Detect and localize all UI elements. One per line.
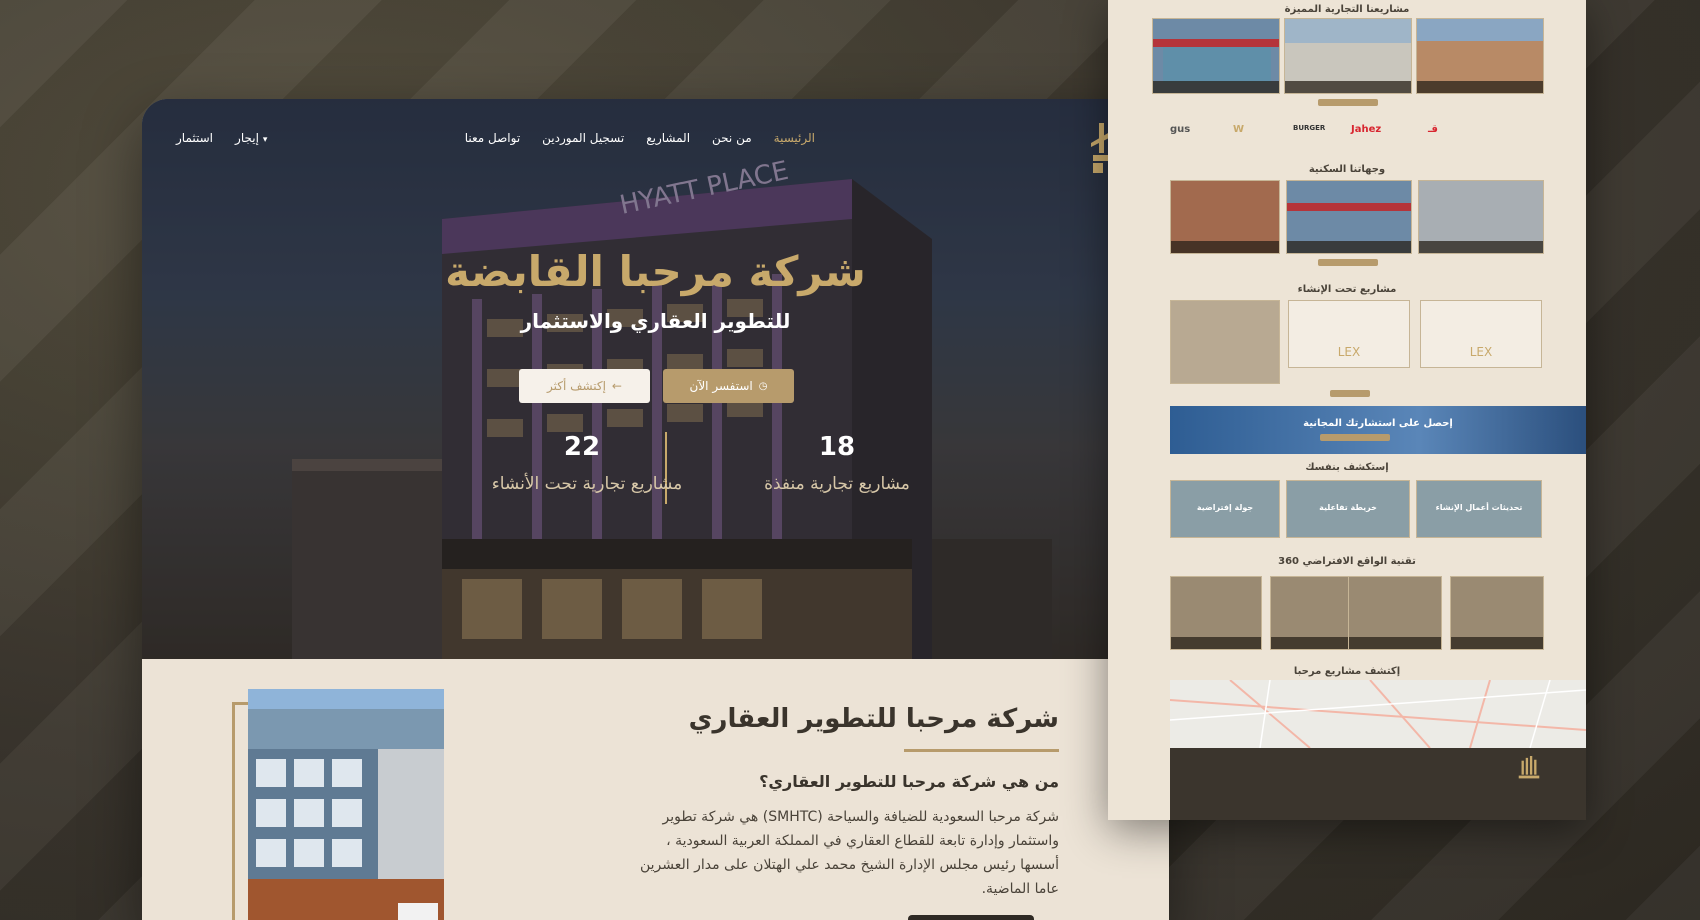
chevron-down-icon: ▾ (262, 135, 268, 145)
discover-more-button[interactable]: إكتشف أكثر ← (519, 369, 650, 403)
consultation-banner: إحصل على استشارتك المجانية (1170, 406, 1586, 454)
nav-contact[interactable]: تواصل معنا (465, 131, 520, 145)
whatsapp-icon: ◷ (758, 380, 768, 392)
projects-map[interactable] (1170, 680, 1586, 748)
about-question: من هي شركة مرحبا للتطوير العقاري؟ (759, 772, 1059, 791)
residential-thumb-1[interactable] (1170, 180, 1280, 254)
featured-thumb-3[interactable] (1416, 18, 1544, 94)
nav-about[interactable]: من نحن (712, 131, 752, 145)
thumb-caption (1171, 241, 1279, 253)
construction-thumb-2[interactable]: LEX (1288, 300, 1410, 368)
residential-thumb-2[interactable] (1286, 180, 1412, 254)
explore-heading: إستكشف بنفسك (1305, 462, 1389, 473)
about-more-button[interactable] (908, 915, 1034, 920)
arrow-left-icon: ← (611, 379, 622, 393)
hero-title: شركة مرحبا القابضة (445, 247, 866, 296)
about-paragraph: شركة مرحبا السعودية للضيافة والسياحة (SM… (639, 809, 1059, 897)
featured-thumb-1[interactable] (1152, 18, 1280, 94)
construction-thumb-1[interactable] (1170, 300, 1280, 384)
nav-invest[interactable]: استثمار (176, 131, 213, 145)
residential-more-button[interactable] (1318, 259, 1378, 266)
hero-section: HYATT PLACE الرئيسية من نحن المشاريع تسج… (142, 99, 1169, 659)
residential-thumb-3[interactable] (1418, 180, 1544, 254)
construction-more-button[interactable] (1330, 390, 1370, 397)
thumb-caption (1419, 241, 1543, 253)
thumb-caption (1153, 81, 1279, 93)
brand-logo: قـ (1428, 124, 1438, 135)
thumb-caption (1451, 637, 1543, 649)
about-section: شركة مرحبا للتطوير العقاري من هي شركة مر… (142, 659, 1169, 920)
thumb-caption (1285, 81, 1411, 93)
stat-executed-value: 18 (818, 432, 856, 462)
stats-row: 18 مشاريع تجارية منفذة 22 مشاريع تجارية … (142, 432, 1169, 512)
main-mockup: HYATT PLACE الرئيسية من نحن المشاريع تسج… (142, 99, 1169, 920)
brand-jahez: Jahez (1351, 124, 1382, 135)
featured-projects-heading: مشاريعنا التجارية المميزة (1284, 4, 1410, 15)
thumb-caption (1287, 241, 1411, 253)
lex-label: LEX (1469, 345, 1493, 359)
explore-card-map[interactable]: خريطة تفاعلية (1286, 480, 1410, 538)
brand-burger: BURGER (1293, 124, 1326, 132)
nav-rent-dropdown[interactable]: إيجار ▾ (235, 131, 267, 145)
discover-label: إكتشف أكثر (547, 379, 606, 393)
under-construction-heading: مشاريع تحت الإنشاء (1297, 284, 1397, 295)
nav-secondary: استثمار إيجار ▾ (176, 131, 267, 145)
thumb-caption (1349, 637, 1441, 649)
nav-projects[interactable]: المشاريع (646, 131, 690, 145)
inquire-now-button[interactable]: استفسر الآن ◷ (663, 369, 794, 403)
site-footer (1170, 748, 1586, 820)
vr-thumb-1[interactable] (1170, 576, 1262, 650)
thumb-caption (1171, 637, 1261, 649)
construction-thumb-3[interactable]: LEX (1420, 300, 1542, 368)
explore-card-virtual-tour[interactable]: جولة إفتراضية (1170, 480, 1280, 538)
thumb-caption (1417, 81, 1543, 93)
explore-label: جولة إفتراضية (1196, 503, 1254, 512)
stat-construction-label: مشاريع تجارية تحت الأنشاء (491, 474, 683, 494)
brands-strip: قـ Jahez BURGER W gus (1108, 124, 1586, 144)
nav-suppliers[interactable]: تسجيل الموردين (542, 131, 624, 145)
side-page-preview: مشاريعنا التجارية المميزة قـ Jahez BURGE… (1108, 0, 1586, 820)
nav-home[interactable]: الرئيسية (774, 131, 815, 145)
footer-logo (1518, 756, 1540, 779)
featured-thumb-2[interactable] (1284, 18, 1412, 94)
stat-construction-value: 22 (563, 432, 601, 462)
about-building-image (248, 689, 444, 920)
navbar: الرئيسية من نحن المشاريع تسجيل الموردين … (142, 99, 1169, 189)
lex-label: LEX (1337, 345, 1361, 359)
brand-w: W (1233, 124, 1245, 135)
vr-thumb-4[interactable] (1450, 576, 1544, 650)
featured-more-button[interactable] (1318, 99, 1378, 106)
consult-button[interactable] (1320, 434, 1390, 441)
residential-heading: وجهاتنا السكنية (1308, 164, 1386, 175)
discover-heading: إكتشف مشاريع مرحبا (1293, 666, 1401, 677)
main-nav: الرئيسية من نحن المشاريع تسجيل الموردين … (465, 131, 815, 145)
nav-rent-label: إيجار (235, 131, 259, 145)
stat-executed-label: مشاريع تجارية منفذة (764, 474, 910, 494)
title-underline (904, 749, 1059, 752)
explore-card-updates[interactable]: تحديثات أعمال الإنشاء (1416, 480, 1542, 538)
consult-heading: إحصل على استشارتك المجانية (1303, 418, 1453, 429)
brand-gus: gus (1170, 124, 1191, 135)
inquire-label: استفسر الآن (689, 379, 753, 393)
about-title: شركة مرحبا للتطوير العقاري (688, 704, 1059, 734)
vr-thumb-3[interactable] (1348, 576, 1442, 650)
vr-heading: تقنية الواقع الافتراضي 360 (1278, 556, 1416, 567)
explore-label: خريطة تفاعلية (1319, 503, 1377, 512)
hero-subtitle: للتطوير العقاري والاستثمار (520, 309, 791, 333)
explore-label: تحديثات أعمال الإنشاء (1435, 503, 1523, 512)
